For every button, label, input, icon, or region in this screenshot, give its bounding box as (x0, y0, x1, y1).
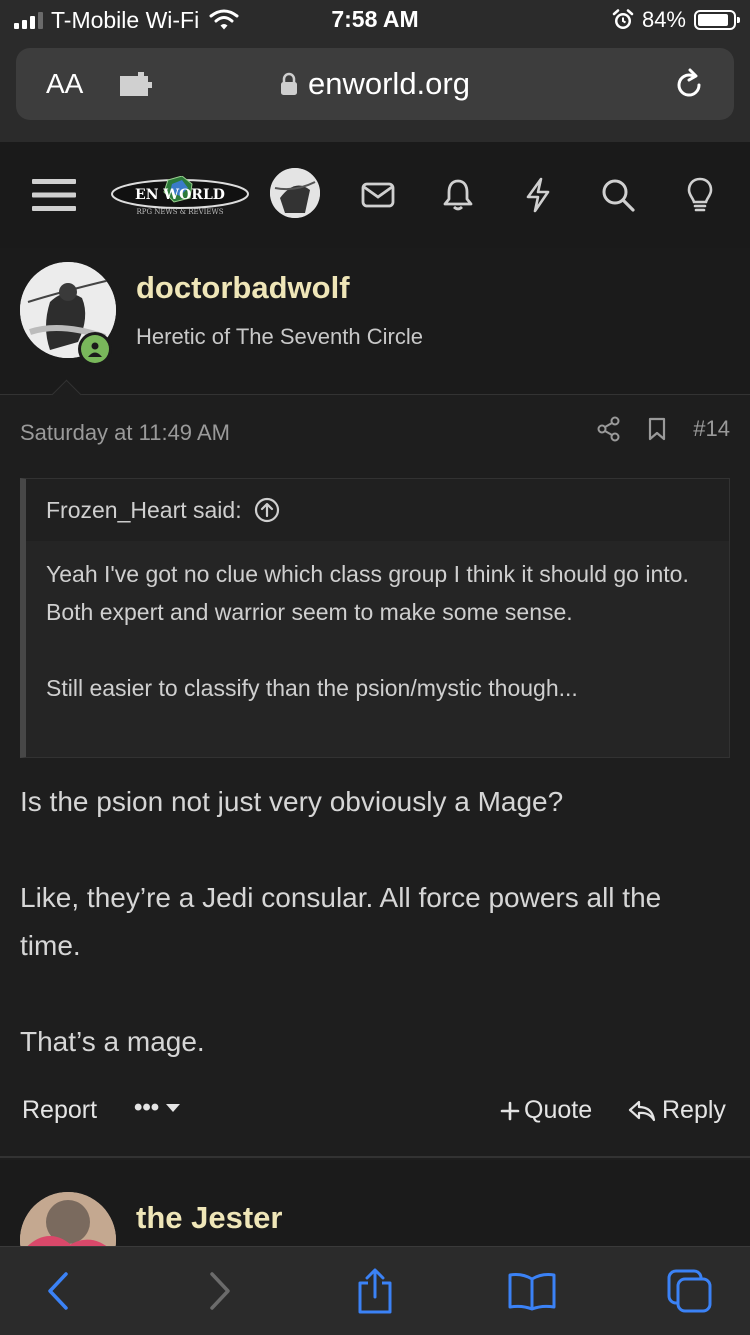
message-paragraph: That’s a mage. (20, 1026, 205, 1057)
quote-paragraph: Yeah I've got no clue which class group … (46, 561, 689, 625)
post-user-block: doctorbadwolf Heretic of The Seventh Cir… (0, 248, 750, 395)
post-date[interactable]: Saturday at 11:49 AM (20, 420, 230, 446)
post-divider (0, 1156, 750, 1158)
user-online-icon (81, 335, 109, 363)
alarm-icon (612, 9, 634, 31)
share-button[interactable] (345, 1265, 405, 1317)
reload-icon[interactable] (672, 68, 706, 102)
chevron-right-icon (208, 1271, 232, 1311)
url-text[interactable]: enworld.org (308, 66, 470, 102)
message-paragraph: Like, they’re a Jedi consular. All force… (20, 882, 662, 961)
post: doctorbadwolf Heretic of The Seventh Cir… (0, 248, 750, 1158)
quote-header[interactable]: Frozen_Heart said: (26, 479, 729, 541)
bookmarks-button[interactable] (502, 1265, 562, 1317)
quote-label: Quote (524, 1096, 593, 1124)
book-icon (507, 1271, 557, 1311)
alerts-button[interactable] (430, 142, 486, 248)
reply-button[interactable]: Reply (628, 1096, 726, 1125)
reply-label: Reply (662, 1096, 726, 1124)
share-icon[interactable] (597, 416, 621, 442)
inbox-button[interactable] (350, 142, 406, 248)
browser-chrome: AA enworld.org (0, 40, 750, 142)
chevron-left-icon (46, 1271, 70, 1311)
post-number[interactable]: #14 (693, 416, 730, 442)
report-link[interactable]: Report (22, 1096, 97, 1125)
post-username[interactable]: doctorbadwolf (136, 270, 350, 306)
tabs-icon (666, 1268, 714, 1314)
caret-down-icon (165, 1103, 181, 1113)
quote-block: Frozen_Heart said: Yeah I've got no clue… (20, 478, 730, 758)
battery-percent: 84% (641, 7, 686, 32)
plus-icon (500, 1101, 520, 1121)
battery-group: 84% (612, 6, 740, 34)
hamburger-icon (32, 177, 76, 213)
status-bar: T-Mobile Wi-Fi 7:58 AM 84% (0, 0, 750, 40)
envelope-icon (361, 181, 395, 209)
forward-button[interactable] (190, 1265, 250, 1317)
site-header: EN WORLD RPG NEWS & REVIEWS (0, 142, 750, 248)
whats-new-button[interactable] (510, 142, 566, 248)
quote-paragraph: Still easier to classify than the psion/… (46, 675, 578, 701)
user-title: Heretic of The Seventh Circle (136, 324, 423, 349)
browser-toolbar (0, 1246, 750, 1335)
message-body: Is the psion not just very obviously a M… (20, 778, 720, 1066)
quote-button[interactable]: Quote (500, 1096, 592, 1125)
message-paragraph: Is the psion not just very obviously a M… (20, 786, 564, 817)
next-post-user-block: the Jester (0, 1160, 750, 1288)
next-post-username[interactable]: the Jester (136, 1200, 282, 1236)
address-bar[interactable]: AA enworld.org (16, 48, 734, 120)
quote-author: Frozen_Heart said: (46, 496, 242, 523)
site-logo[interactable]: EN WORLD RPG NEWS & REVIEWS (110, 176, 250, 216)
search-icon (601, 178, 635, 212)
back-button[interactable] (28, 1265, 88, 1317)
logo-subtext: RPG NEWS & REVIEWS (136, 208, 223, 216)
logo-text: EN WORLD (135, 187, 225, 203)
online-status (78, 332, 112, 366)
more-options-button[interactable]: ••• (134, 1094, 181, 1122)
battery-icon (694, 10, 740, 30)
quote-body: Yeah I've got no clue which class group … (26, 541, 729, 707)
style-toggle-button[interactable] (672, 142, 728, 248)
menu-button[interactable] (24, 142, 84, 248)
lightbulb-icon (687, 177, 713, 213)
reply-arrow-icon (628, 1099, 656, 1123)
arrow-up-circle-icon[interactable] (254, 497, 280, 523)
lightning-icon (524, 177, 552, 213)
lock-icon (280, 72, 298, 96)
bookmark-icon[interactable] (647, 417, 667, 441)
share-box-icon (355, 1267, 395, 1315)
account-avatar[interactable] (270, 168, 320, 218)
more-label: ••• (134, 1094, 160, 1121)
tabs-button[interactable] (660, 1265, 720, 1317)
search-button[interactable] (590, 142, 646, 248)
post-meta-actions: #14 (597, 416, 730, 442)
post-footer: Report ••• Quote Reply (0, 1088, 750, 1136)
bell-icon (443, 178, 473, 212)
